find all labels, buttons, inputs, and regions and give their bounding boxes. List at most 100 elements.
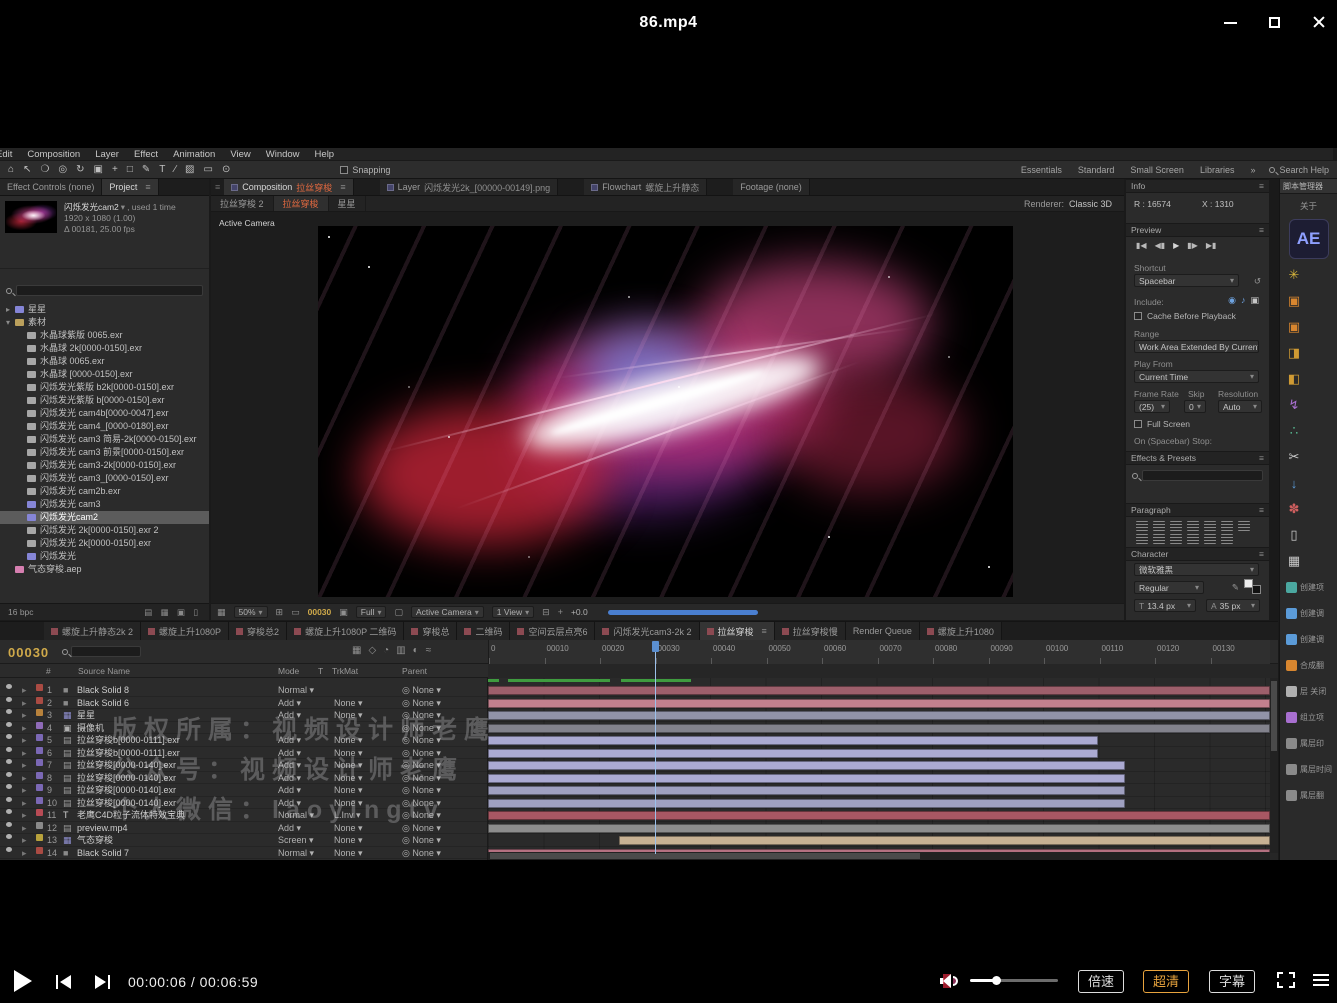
viewer-tab[interactable]: 拉丝穿梭 2 xyxy=(211,196,274,211)
play-button[interactable]: ▶ xyxy=(1173,241,1179,250)
script-tool-starburst[interactable]: ✳ xyxy=(1280,262,1337,288)
script-entry[interactable]: 层 关闭 xyxy=(1280,678,1337,704)
panel-menu-icon[interactable]: ≡ xyxy=(145,182,150,192)
blend-mode-select[interactable]: Normal ▾ xyxy=(278,809,318,821)
trkmat-select[interactable]: None ▾ xyxy=(334,747,384,759)
quality-button[interactable]: 超清 xyxy=(1143,970,1189,993)
workspace-essentials[interactable]: Essentials xyxy=(1021,165,1062,175)
timeline-tab[interactable]: 螺旋上升1080 xyxy=(920,622,1002,640)
script-entry[interactable]: 创建调 xyxy=(1280,626,1337,652)
script-tool-trash[interactable]: ▯ xyxy=(1280,522,1337,548)
type-tool[interactable]: T xyxy=(159,164,165,175)
menu-effect[interactable]: Effect xyxy=(134,149,158,160)
project-item[interactable]: 闪烁发光紫版 b[0000-0150].exr xyxy=(0,394,209,407)
audio-include-icon[interactable]: ♪ xyxy=(1241,295,1246,306)
paragraph-align-icon[interactable] xyxy=(1204,521,1216,531)
project-footer-icons[interactable]: ▤ ▦ ▣ ▯ xyxy=(144,607,201,618)
font-size-select[interactable]: T13.4 px▾ xyxy=(1134,599,1196,612)
layer-row[interactable]: ▸11T老鹰C4D粒子流体特效宝典Normal ▾L.Inv ▾◎ None ▾ xyxy=(0,809,487,822)
last-frame-button[interactable]: ▶▮ xyxy=(1206,241,1217,250)
paragraph-indent-icon[interactable] xyxy=(1187,534,1199,544)
script-manager-tab[interactable]: 脚本管理器 xyxy=(1280,179,1337,194)
volume-icon[interactable] xyxy=(940,973,960,989)
timeline-tab[interactable]: 穿梭总 xyxy=(404,622,457,640)
selection-tool[interactable]: ↖ xyxy=(23,164,31,175)
fast-previews-icon[interactable]: + xyxy=(558,607,563,617)
viewer-horizontal-scrollbar[interactable] xyxy=(608,610,758,615)
script-entry[interactable]: 组立项 xyxy=(1280,704,1337,730)
parent-select[interactable]: ◎ None ▾ xyxy=(402,722,484,734)
tab-layer[interactable]: Layer闪烁发光2k_[00000-00149].png xyxy=(380,179,559,195)
blend-mode-select[interactable]: Add ▾ xyxy=(278,797,318,809)
previous-button[interactable] xyxy=(54,974,76,990)
script-entry[interactable]: 属层印 xyxy=(1280,730,1337,756)
mask-visibility-icon[interactable]: ▭ xyxy=(291,607,300,618)
parent-select[interactable]: ◎ None ▾ xyxy=(402,709,484,721)
layer-row[interactable]: ▸9▤拉丝穿梭[0000-0140].exrAdd ▾None ▾◎ None … xyxy=(0,784,487,797)
project-item[interactable]: 水晶球 2k[0000-0150].exr xyxy=(0,342,209,355)
video-include-icon[interactable]: ◉ xyxy=(1228,295,1236,306)
paragraph-align-icon[interactable] xyxy=(1187,521,1199,531)
timeline-tab[interactable]: 穿梭总2 xyxy=(229,622,287,640)
trkmat-select[interactable]: None ▾ xyxy=(334,834,384,846)
layer-duration-bar[interactable] xyxy=(488,736,1098,745)
effects-presets-header[interactable]: Effects & Presets≡ xyxy=(1126,451,1269,465)
timeline-tab[interactable]: Render Queue xyxy=(846,622,920,640)
layer-duration-bar[interactable] xyxy=(488,786,1125,795)
shortcut-select[interactable]: Spacebar▾ xyxy=(1134,274,1239,287)
timeline-tab[interactable]: 闪烁发光cam3-2k 2 xyxy=(595,622,699,640)
parent-select[interactable]: ◎ None ▾ xyxy=(402,809,484,821)
menu-edit[interactable]: Edit xyxy=(0,149,12,160)
paragraph-align-icon[interactable] xyxy=(1221,521,1233,531)
composition-viewer[interactable]: Active Camera xyxy=(211,212,1124,603)
camera-select[interactable]: Active Camera▾ xyxy=(411,606,484,618)
project-item[interactable]: 水晶球 [0000-0150].exr xyxy=(0,368,209,381)
font-family-select[interactable]: 微软雅黑▾ xyxy=(1134,563,1259,576)
project-item[interactable]: 闪烁发光 cam3 前景[0000-0150].exr xyxy=(0,446,209,459)
resolution-preview-select[interactable]: Auto▾ xyxy=(1218,400,1262,413)
blend-mode-select[interactable]: Screen ▾ xyxy=(278,834,318,846)
blend-mode-select[interactable]: Normal ▾ xyxy=(278,684,318,696)
trkmat-select[interactable]: None ▾ xyxy=(334,759,384,771)
script-tool-share[interactable]: ∴ xyxy=(1280,418,1337,444)
trkmat-select[interactable]: None ▾ xyxy=(334,709,384,721)
renderer-value[interactable]: Classic 3D xyxy=(1069,199,1112,209)
clone-stamp-tool[interactable]: ▨ xyxy=(185,164,194,175)
viewer-tab[interactable]: 拉丝穿梭 xyxy=(274,196,329,211)
trkmat-select[interactable]: None ▾ xyxy=(334,822,384,834)
timeline-tab[interactable]: 拉丝穿梭慢 xyxy=(775,622,846,640)
layer-row[interactable]: ▸4▣摄像机◎ None ▾ xyxy=(0,722,487,735)
project-item[interactable]: 闪烁发光 cam3 xyxy=(0,498,209,511)
script-entry[interactable]: 创建调 xyxy=(1280,600,1337,626)
menu-help[interactable]: Help xyxy=(315,149,335,160)
eraser-tool[interactable]: ▭ xyxy=(204,164,213,175)
search-help[interactable]: Search Help xyxy=(1269,165,1329,175)
about-button[interactable]: 关于 xyxy=(1280,200,1337,212)
layer-duration-bar[interactable] xyxy=(619,836,1270,845)
trkmat-select[interactable]: None ▾ xyxy=(334,797,384,809)
blend-mode-select[interactable]: Add ▾ xyxy=(278,734,318,746)
paragraph-indent-icon[interactable] xyxy=(1204,534,1216,544)
preview-panel-header[interactable]: Preview≡ xyxy=(1126,223,1269,237)
blend-mode-select[interactable]: Add ▾ xyxy=(278,822,318,834)
layer-duration-bar[interactable] xyxy=(488,686,1270,695)
project-item[interactable]: ▾素材 xyxy=(0,316,209,329)
trkmat-select[interactable]: None ▾ xyxy=(334,847,384,859)
timeline-search[interactable] xyxy=(62,646,141,657)
menu-composition[interactable]: Composition xyxy=(27,149,80,160)
project-item[interactable]: 闪烁发光 cam4b[0000-0047].exr xyxy=(0,407,209,420)
frame-rate-select[interactable]: (25)▾ xyxy=(1134,400,1170,413)
mask-tool[interactable]: □ xyxy=(127,164,133,175)
project-item[interactable]: 闪烁发光 xyxy=(0,550,209,563)
script-entry[interactable]: 创建项 xyxy=(1280,574,1337,600)
layer-row[interactable]: ▸3▦星星Add ▾None ▾◎ None ▾ xyxy=(0,709,487,722)
layer-duration-bar[interactable] xyxy=(488,749,1098,758)
trkmat-select[interactable]: None ▾ xyxy=(334,784,384,796)
overlays-include-icon[interactable]: ▣ xyxy=(1250,295,1259,306)
skip-select[interactable]: 0▾ xyxy=(1184,400,1206,413)
blend-mode-select[interactable]: Normal ▾ xyxy=(278,847,318,859)
motion-blur-icon[interactable]: ◐ xyxy=(413,645,419,656)
blend-mode-select[interactable]: Add ▾ xyxy=(278,772,318,784)
timeline-tab[interactable]: 螺旋上升静态2k 2 xyxy=(44,622,141,640)
script-entry[interactable]: 属层时间 xyxy=(1280,756,1337,782)
